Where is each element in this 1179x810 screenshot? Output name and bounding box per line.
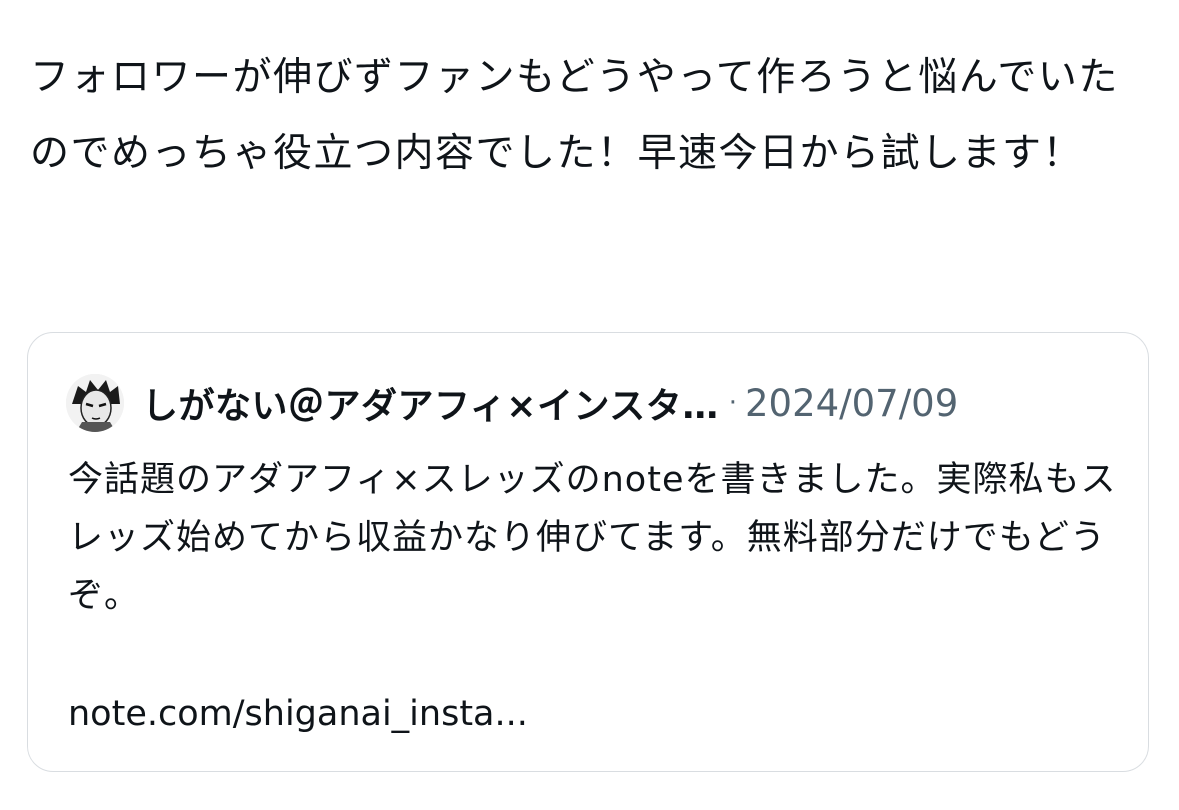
manga-character-avatar-icon [66,374,124,432]
avatar[interactable] [66,374,124,432]
post-text: フォロワーが伸びずファンもどうやって作ろうと悩んでいたのでめっちゃ役立つ内容でし… [30,55,1119,176]
author-name[interactable]: しがない＠アダアフィ×インスタ… [142,377,719,429]
post-date[interactable]: 2024/07/09 [745,382,958,425]
quoted-post-card[interactable]: しがない＠アダアフィ×インスタ… · 2024/07/09 今話題のアダアフィ×… [27,332,1149,772]
quoted-post-body: 今話題のアダアフィ×スレッズのnoteを書きました。実際私もスレッズ始めてから収… [68,460,1117,616]
note-link[interactable]: note.com/shiganai_insta... [68,685,528,743]
separator-dot: · [728,388,737,418]
quoted-post-header: しがない＠アダアフィ×インスタ… · 2024/07/09 [66,373,958,433]
